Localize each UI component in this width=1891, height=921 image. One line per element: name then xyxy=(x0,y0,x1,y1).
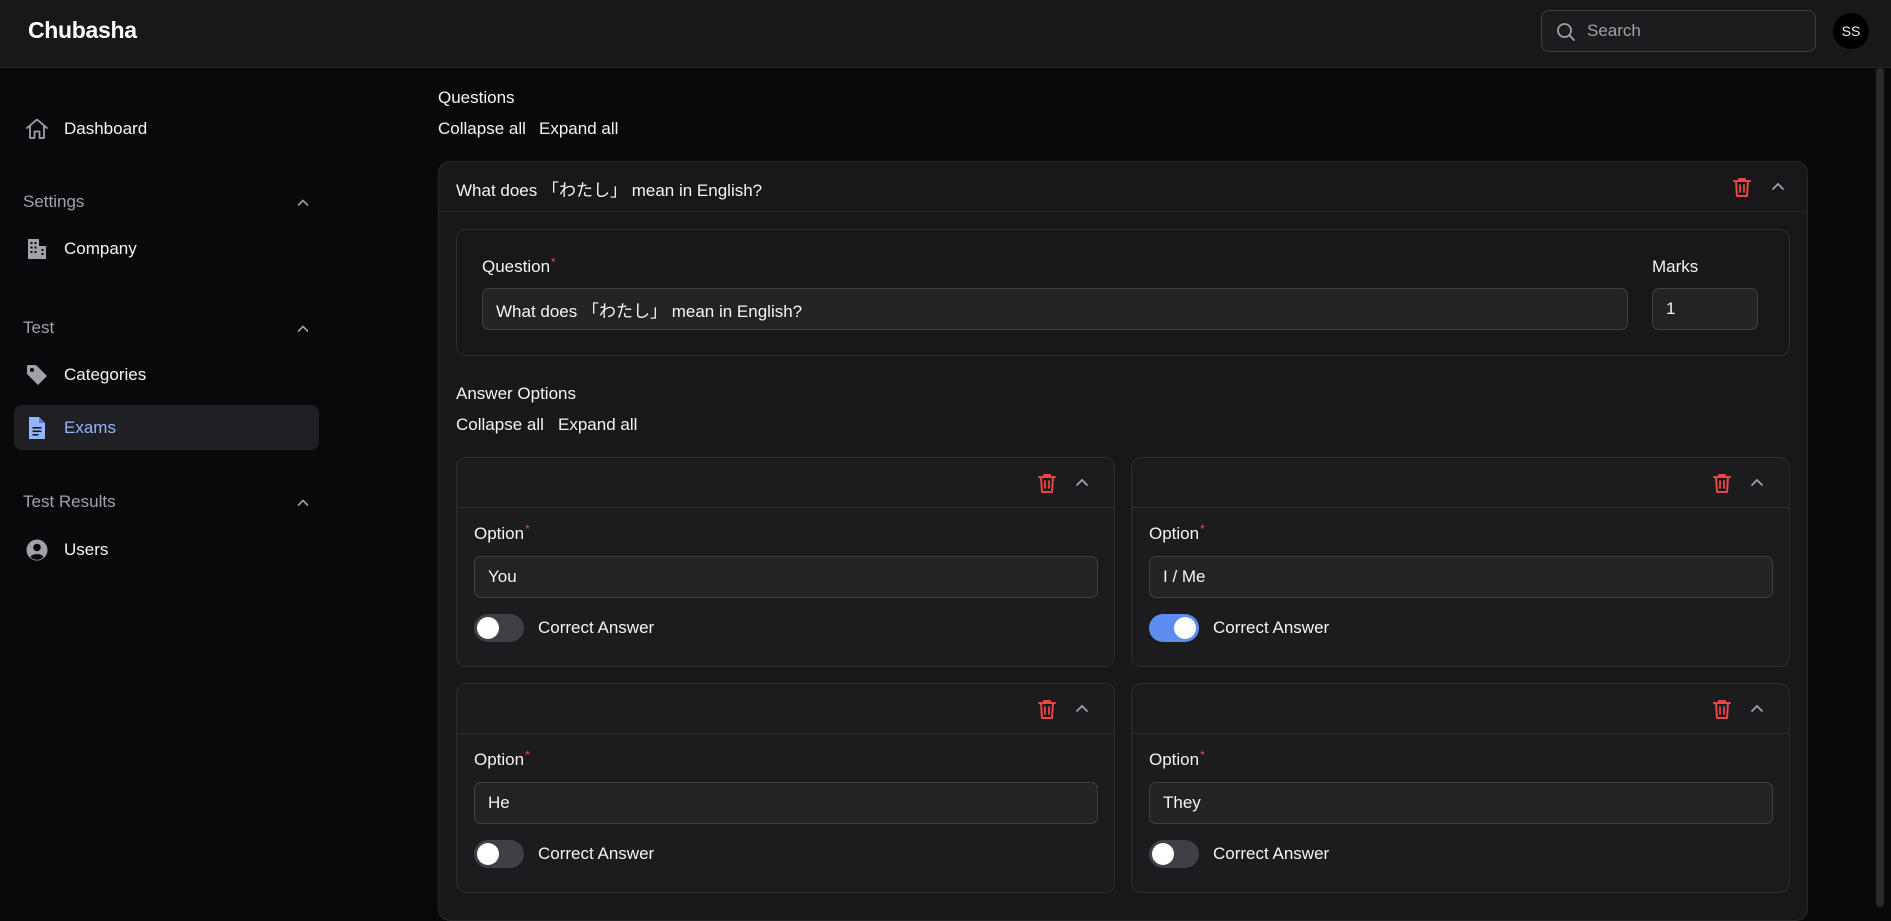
toggle-knob xyxy=(477,617,499,639)
question-input[interactable] xyxy=(482,288,1628,330)
sidebar-item-dashboard[interactable]: Dashboard xyxy=(14,106,319,151)
option-card-header[interactable] xyxy=(457,458,1114,508)
correct-answer-toggle[interactable] xyxy=(1149,840,1199,868)
expand-all-questions-link[interactable]: Expand all xyxy=(539,119,618,139)
trash-icon[interactable] xyxy=(1730,175,1754,199)
trash-icon[interactable] xyxy=(1035,697,1059,721)
option-field-label: Option* xyxy=(1149,748,1205,769)
chevron-up-icon[interactable] xyxy=(295,195,311,211)
option-card-header[interactable] xyxy=(457,684,1114,734)
chevron-up-icon[interactable] xyxy=(1070,471,1094,495)
required-marker: * xyxy=(1200,522,1205,536)
sidebar-group-test[interactable]: Test xyxy=(23,318,313,342)
option-card-header[interactable] xyxy=(1132,684,1789,734)
option-field-label: Option* xyxy=(1149,522,1205,543)
sidebar-item-categories[interactable]: Categories xyxy=(14,352,319,397)
toggle-knob xyxy=(477,843,499,865)
option-field-label: Option* xyxy=(474,522,530,543)
answer-options-label: Answer Options xyxy=(456,384,576,403)
question-fields-box: Question* Marks xyxy=(456,229,1790,356)
trash-icon[interactable] xyxy=(1035,471,1059,495)
correct-answer-label: Correct Answer xyxy=(1213,618,1330,637)
toggle-knob xyxy=(1152,843,1174,865)
group-label: Test Results xyxy=(23,492,116,511)
building-icon xyxy=(28,239,46,259)
sidebar-group-test-results[interactable]: Test Results xyxy=(23,492,313,516)
sidebar-group-settings[interactable]: Settings xyxy=(23,192,313,216)
user-avatar[interactable]: SS xyxy=(1833,13,1869,49)
collapse-all-questions-link[interactable]: Collapse all xyxy=(438,119,526,139)
expand-all-options-link[interactable]: Expand all xyxy=(558,415,637,435)
top-bar: Chubasha SS xyxy=(0,0,1891,68)
option-card-header[interactable] xyxy=(1132,458,1789,508)
sidebar-item-label: Exams xyxy=(64,417,116,437)
chevron-up-icon[interactable] xyxy=(1745,697,1769,721)
page-scrollbar[interactable] xyxy=(1869,68,1891,907)
required-marker: * xyxy=(551,255,556,269)
marks-field-label: Marks xyxy=(1652,257,1699,276)
question-field-label: Question* xyxy=(482,255,556,276)
collapse-all-options-link[interactable]: Collapse all xyxy=(456,415,544,435)
user-circle-icon xyxy=(26,539,48,561)
toggle-knob xyxy=(1174,617,1196,639)
sidebar: Dashboard Settings Company Test Categori… xyxy=(0,68,330,907)
chevron-up-icon[interactable] xyxy=(295,495,311,511)
required-marker: * xyxy=(1200,748,1205,762)
sidebar-item-label: Dashboard xyxy=(64,118,148,138)
correct-answer-label: Correct Answer xyxy=(538,844,655,863)
search-box[interactable] xyxy=(1541,10,1816,52)
sidebar-item-label: Company xyxy=(64,238,137,258)
option-field-label: Option* xyxy=(474,748,530,769)
correct-answer-toggle[interactable] xyxy=(474,840,524,868)
correct-answer-label: Correct Answer xyxy=(1213,844,1330,863)
required-marker: * xyxy=(525,522,530,536)
sidebar-item-label: Categories xyxy=(64,364,147,384)
marks-input[interactable] xyxy=(1652,288,1758,330)
sidebar-item-users[interactable]: Users xyxy=(14,527,319,572)
correct-answer-toggle[interactable] xyxy=(474,614,524,642)
search-icon xyxy=(1557,23,1575,41)
answer-option-card: Option* Correct Answer xyxy=(1131,683,1790,893)
option-input[interactable] xyxy=(1149,782,1773,824)
document-icon xyxy=(29,417,45,439)
correct-answer-toggle[interactable] xyxy=(1149,614,1199,642)
required-marker: * xyxy=(525,748,530,762)
trash-icon[interactable] xyxy=(1710,471,1734,495)
home-icon xyxy=(26,118,48,139)
group-label: Settings xyxy=(23,192,85,211)
group-label: Test xyxy=(23,318,55,337)
correct-answer-label: Correct Answer xyxy=(538,618,655,637)
scrollbar-thumb[interactable] xyxy=(1876,68,1884,907)
option-input[interactable] xyxy=(474,556,1098,598)
answer-option-card: Option* Correct Answer xyxy=(456,457,1115,667)
tag-icon xyxy=(27,365,47,385)
chevron-up-icon[interactable] xyxy=(1766,175,1790,199)
chevron-up-icon[interactable] xyxy=(1745,471,1769,495)
sidebar-item-company[interactable]: Company xyxy=(14,226,319,271)
answer-option-card: Option* Correct Answer xyxy=(1131,457,1790,667)
option-input[interactable] xyxy=(474,782,1098,824)
search-input[interactable] xyxy=(1587,19,1802,43)
sidebar-item-label: Users xyxy=(64,539,109,559)
questions-section-label: Questions xyxy=(438,88,515,107)
option-input[interactable] xyxy=(1149,556,1773,598)
answer-option-card: Option* Correct Answer xyxy=(456,683,1115,893)
question-title: What does 「わたし」 mean in English? xyxy=(456,181,763,200)
question-card: What does 「わたし」 mean in English? Questio… xyxy=(438,161,1808,921)
chevron-up-icon[interactable] xyxy=(295,321,311,337)
trash-icon[interactable] xyxy=(1710,697,1734,721)
sidebar-item-exams[interactable]: Exams xyxy=(14,405,319,450)
chevron-up-icon[interactable] xyxy=(1070,697,1094,721)
brand-logo[interactable]: Chubasha xyxy=(28,17,137,44)
question-card-header[interactable]: What does 「わたし」 mean in English? xyxy=(439,162,1807,212)
